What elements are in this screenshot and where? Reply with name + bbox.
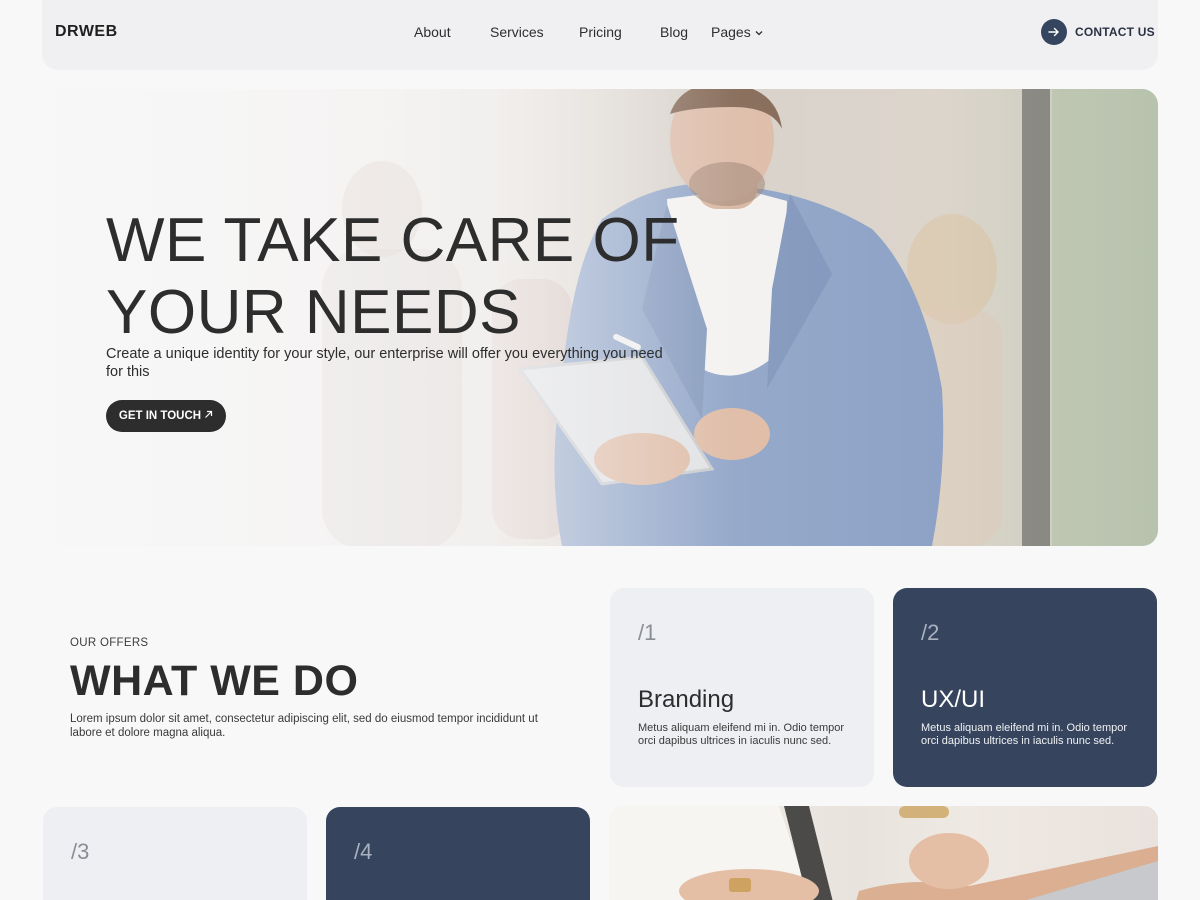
- get-in-touch-label: GET IN TOUCH: [118, 410, 202, 422]
- card-number: /2: [921, 620, 940, 645]
- navbar: DRWEB About Services Pricing Blog Pages …: [42, 0, 1158, 70]
- arrow-right-icon: [1041, 19, 1067, 45]
- card-title: Branding: [638, 686, 735, 713]
- card-number: /4: [354, 839, 373, 864]
- hero-subtitle: Create a unique identity for your style,…: [106, 346, 663, 380]
- card-description: Metus aliquam eleifend mi in. Odio tempo…: [921, 722, 1128, 747]
- offers-title: WHAT WE DO: [70, 657, 359, 705]
- offers-description: Lorem ipsum dolor sit amet, consectetur …: [70, 713, 538, 739]
- offers-eyebrow: OUR OFFERS: [70, 637, 149, 649]
- offers-photo: [609, 806, 1158, 900]
- hero-section: WE TAKE CARE OF YOUR NEEDS Create a uniq…: [42, 89, 1158, 546]
- logo[interactable]: DRWEB: [55, 23, 118, 41]
- nav-link-about[interactable]: About: [414, 24, 451, 40]
- contact-us-button[interactable]: CONTACT US: [1041, 19, 1155, 45]
- card-number: /1: [638, 620, 657, 645]
- hero-title-line-1: WE TAKE CARE OF: [106, 206, 680, 275]
- nav-link-services[interactable]: Services: [490, 24, 544, 40]
- nav-link-pages-label: Pages: [711, 24, 751, 40]
- card-number: /3: [71, 839, 90, 864]
- card-title: UX/UI: [921, 686, 986, 713]
- nav-link-blog[interactable]: Blog: [660, 24, 688, 40]
- get-in-touch-button[interactable]: GET IN TOUCH: [106, 400, 226, 432]
- offer-card-branding[interactable]: /1 Branding Metus aliquam eleifend mi in…: [610, 588, 874, 787]
- card-description: Metus aliquam eleifend mi in. Odio tempo…: [638, 722, 845, 747]
- arrow-up-right-icon: [204, 410, 213, 422]
- hero-title-line-2: YOUR NEEDS: [106, 278, 521, 347]
- chevron-down-icon: [755, 28, 763, 38]
- offer-card-4[interactable]: /4: [326, 807, 590, 900]
- laptop-photo: [609, 806, 1158, 900]
- contact-us-label: CONTACT US: [1075, 25, 1155, 39]
- nav-link-pages[interactable]: Pages: [711, 24, 763, 40]
- offer-card-ux-ui[interactable]: /2 UX/UI Metus aliquam eleifend mi in. O…: [893, 588, 1157, 787]
- hero-title: WE TAKE CARE OF YOUR NEEDS: [106, 205, 706, 349]
- offer-card-3[interactable]: /3: [43, 807, 307, 900]
- nav-link-pricing[interactable]: Pricing: [579, 24, 622, 40]
